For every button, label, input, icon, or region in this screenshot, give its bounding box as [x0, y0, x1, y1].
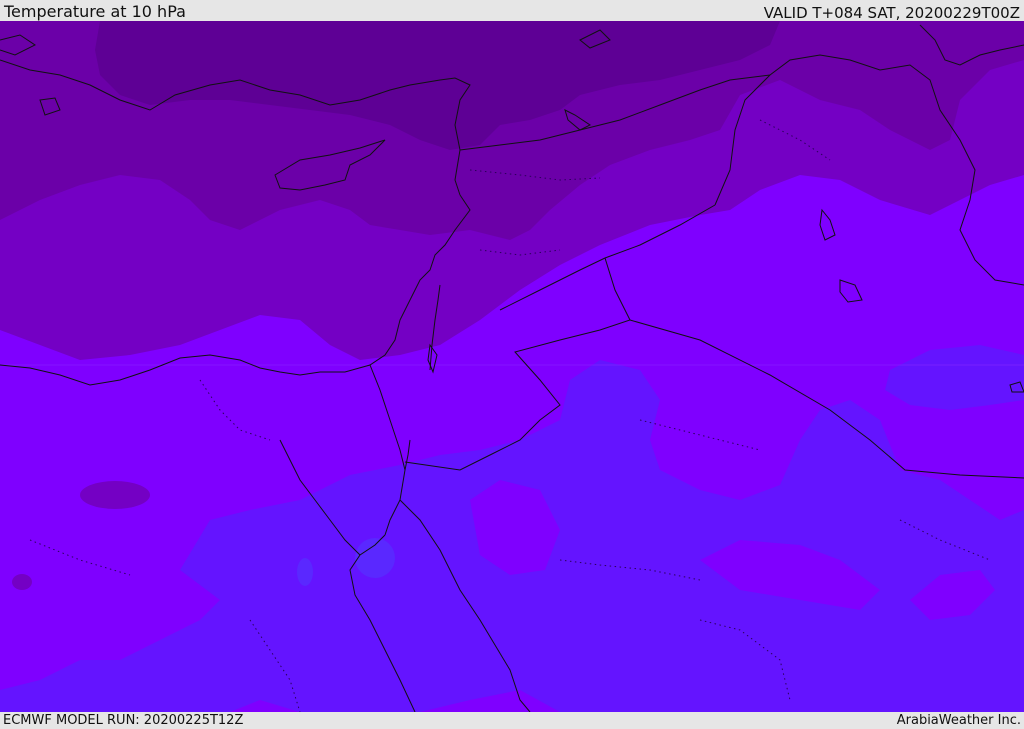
valid-time: VALID T+084 SAT, 20200229T00Z: [763, 4, 1020, 22]
credit-label: ArabiaWeather Inc.: [896, 713, 1021, 728]
field-light-spot-2: [297, 558, 313, 586]
map-footer: ECMWF MODEL RUN: 20200225T12Z ArabiaWeat…: [0, 712, 1024, 729]
field-dark-patch-sw: [12, 574, 32, 590]
field-light-spot: [355, 538, 395, 578]
field-dark-patch-west: [80, 481, 150, 509]
map-title: Temperature at 10 hPa: [4, 2, 186, 21]
model-run-label: ECMWF MODEL RUN: 20200225T12Z: [3, 713, 244, 728]
map-header: Temperature at 10 hPa VALID T+084 SAT, 2…: [0, 0, 1024, 21]
temperature-map: [0, 21, 1024, 712]
